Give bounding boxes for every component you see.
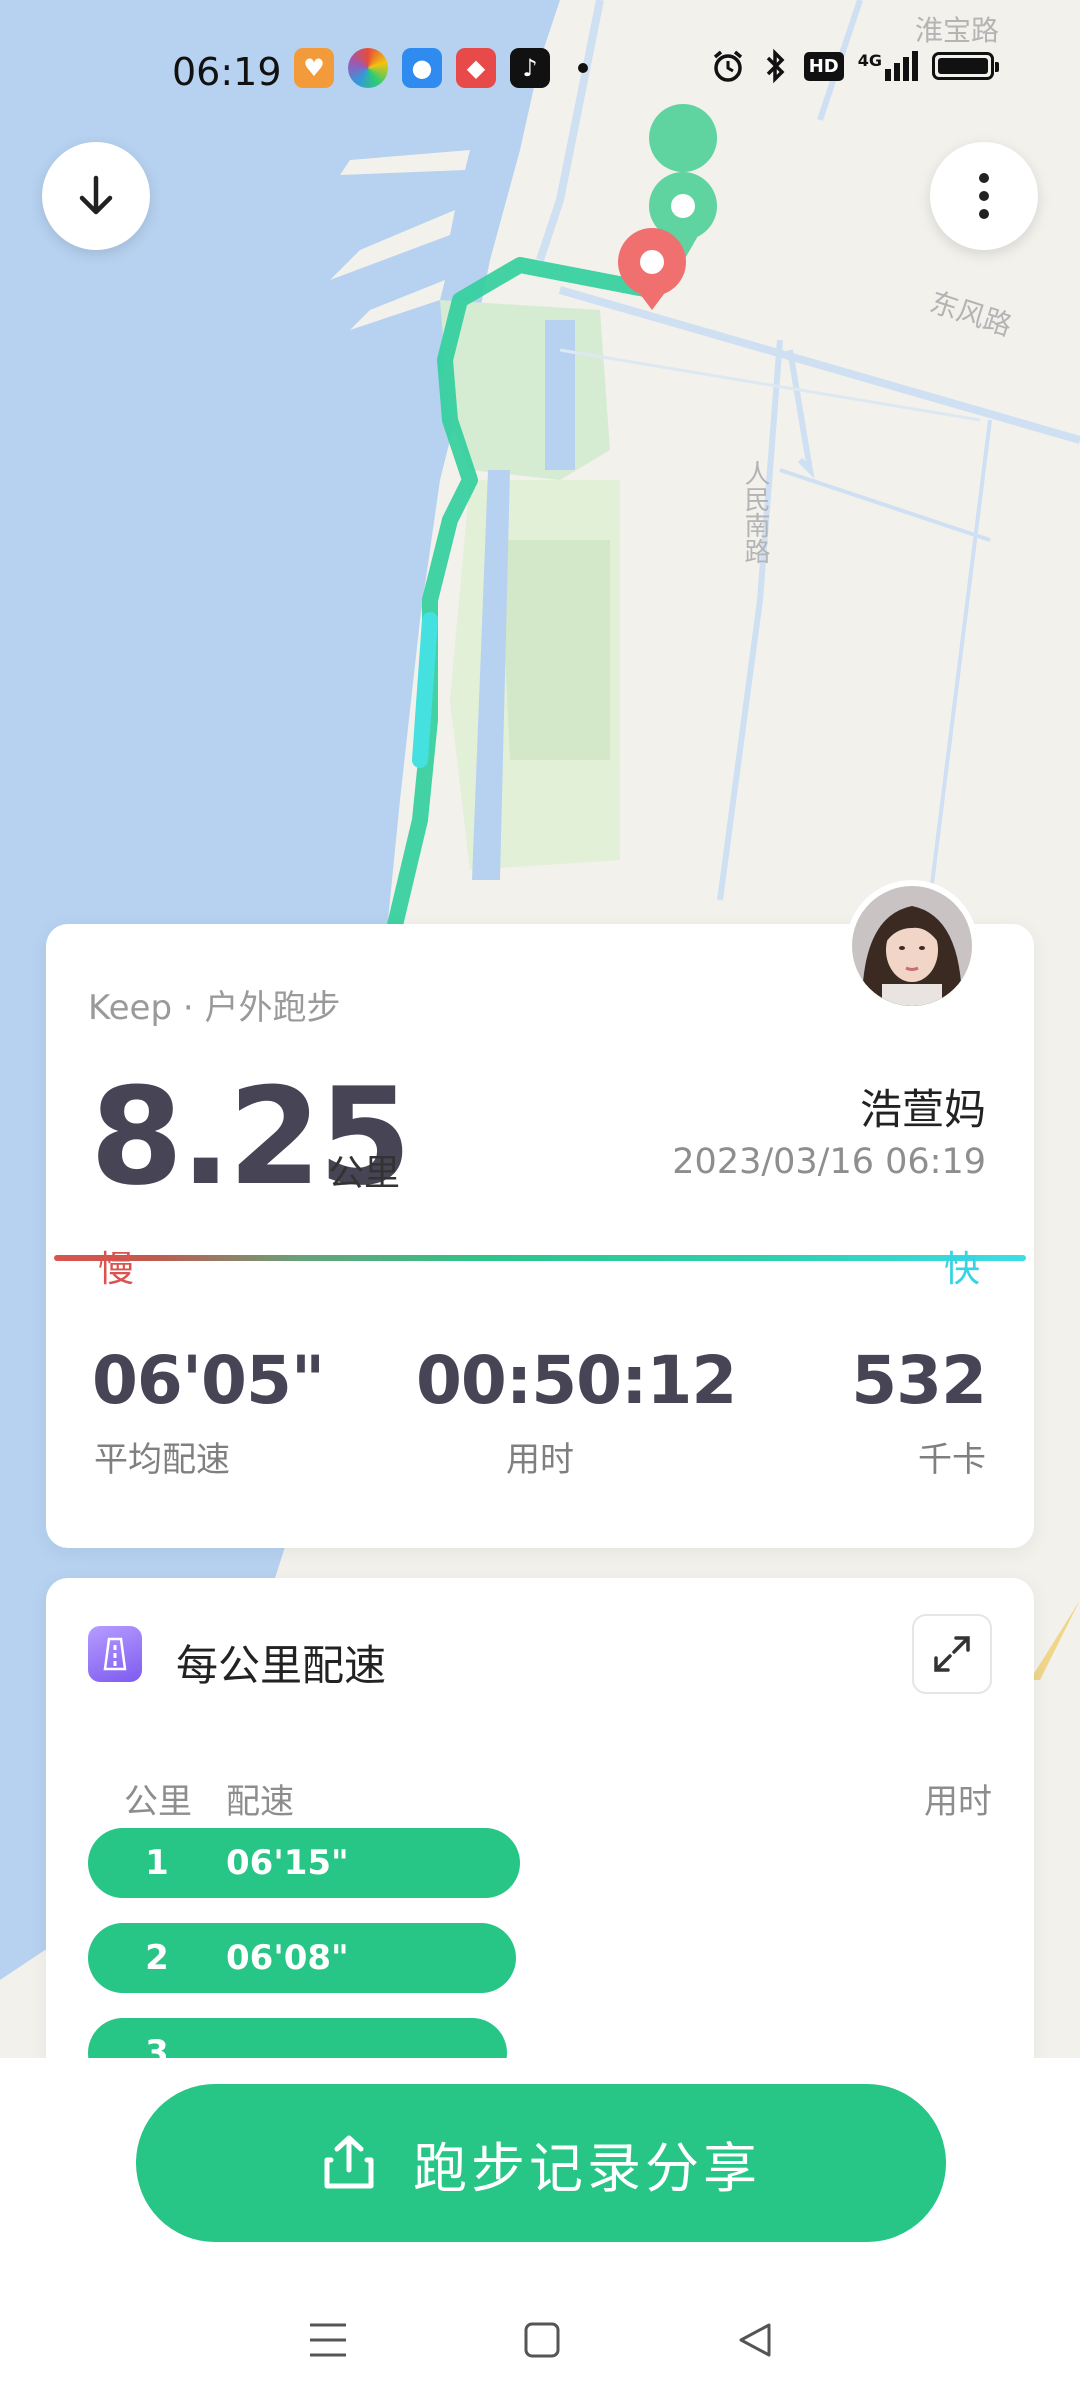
huawei-health-icon: ♥ — [294, 48, 334, 88]
splits-title: 每公里配速 — [176, 1641, 387, 1690]
alarm-icon — [713, 50, 742, 82]
activity-source: Keep · 户外跑步 — [88, 988, 341, 1028]
calories-value: 532 — [851, 1342, 987, 1419]
status-bar: 06:19 ♥ ● ◆ ♪ HD 4G — [0, 0, 1080, 140]
signal-4g-icon: 4G — [858, 51, 918, 81]
arrow-down-icon — [79, 175, 113, 215]
run-datetime: 2023/03/16 06:19 — [672, 1142, 986, 1182]
notification-icons: ♥ ● ◆ ♪ — [294, 48, 588, 88]
back-icon[interactable] — [735, 2321, 773, 2359]
system-nav-bar — [0, 2280, 1080, 2400]
status-indicators: HD 4G — [710, 48, 999, 84]
expand-button[interactable] — [912, 1614, 992, 1694]
split-km: 2 — [145, 1938, 169, 1978]
expand-icon — [934, 1636, 970, 1672]
avatar[interactable] — [846, 880, 978, 1012]
column-km: 公里 — [124, 1782, 192, 1822]
menu-icon[interactable] — [307, 2321, 349, 2359]
status-time: 06:19 — [172, 50, 282, 94]
slow-label: 慢 — [98, 1249, 135, 1290]
splits-icon — [88, 1626, 142, 1682]
km-splits-card: 每公里配速 公里 配速 用时 1 06'15" 2 06'08" 3 — [46, 1578, 1034, 2098]
avg-pace-value: 06'05" — [92, 1342, 325, 1419]
duration-value: 00:50:12 — [416, 1342, 737, 1419]
tiktok-icon: ♪ — [510, 48, 550, 88]
split-row: 2 06'08" — [88, 1923, 516, 1993]
street-label-renmin-south: 人民南路 — [740, 460, 770, 564]
avg-pace-label: 平均配速 — [94, 1440, 230, 1480]
hd-icon: HD — [803, 51, 844, 81]
run-summary-card: Keep · 户外跑步 8.25 公里 浩萱妈 2023/03/16 06:19… — [46, 924, 1034, 1548]
red-app-icon: ◆ — [456, 48, 496, 88]
user-photo — [852, 886, 972, 1006]
split-row: 1 06'15" — [88, 1828, 520, 1898]
split-km: 1 — [145, 1843, 169, 1883]
split-pace: 06'15" — [226, 1843, 349, 1883]
share-run-button[interactable]: 跑步记录分享 — [136, 2084, 946, 2242]
split-pace: 06'08" — [226, 1938, 349, 1978]
share-icon — [324, 2135, 374, 2189]
collapse-button[interactable] — [42, 142, 150, 250]
battery-icon — [932, 52, 999, 80]
calories-label: 千卡 — [918, 1440, 986, 1480]
browser-icon: ● — [402, 48, 442, 88]
duration-label: 用时 — [506, 1440, 574, 1480]
column-pace: 配速 — [226, 1782, 294, 1822]
network-type-label: 4G — [857, 51, 882, 70]
multicolor-app-icon — [348, 48, 388, 88]
share-label: 跑步记录分享 — [413, 2136, 761, 2200]
column-time: 用时 — [924, 1782, 992, 1822]
fast-label: 快 — [943, 1249, 980, 1290]
more-options-button[interactable] — [930, 142, 1038, 250]
distance-unit: 公里 — [328, 1153, 401, 1194]
more-vertical-icon — [979, 173, 989, 219]
pace-gradient-bar — [54, 1255, 1026, 1261]
bluetooth-icon — [766, 48, 785, 84]
home-icon[interactable] — [523, 2321, 561, 2359]
username: 浩萱妈 — [859, 1085, 986, 1134]
more-notifications-dot — [578, 63, 588, 73]
